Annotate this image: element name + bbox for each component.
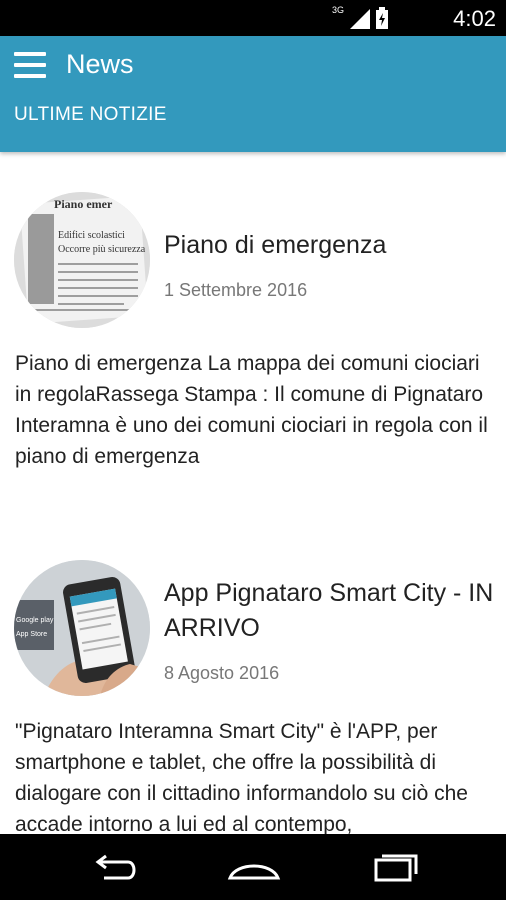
thumb-store-label: Google play <box>16 617 54 624</box>
status-bar: 3G 4:02 <box>0 0 506 36</box>
thumb-subhead-2: Occorre più sicurezza <box>58 244 146 255</box>
navigation-bar <box>0 834 506 900</box>
news-item[interactable]: Google play App Store App Pignataro Smar… <box>0 552 506 834</box>
app-title: News <box>66 49 134 79</box>
news-title: Piano di emergenza <box>164 231 387 259</box>
news-date: 1 Settembre 2016 <box>164 280 308 300</box>
network-type-label: 3G <box>331 5 344 15</box>
signal-icon <box>350 9 370 29</box>
news-thumbnail: Piano emer Edifici scolastici Occorre pi… <box>14 192 150 328</box>
news-description: Piano di emergenza La mappa dei comuni c… <box>15 352 488 468</box>
menu-icon[interactable] <box>14 52 46 78</box>
phone-hand-image: Google play App Store <box>14 560 150 696</box>
newspaper-image: Piano emer Edifici scolastici Occorre pi… <box>14 192 150 328</box>
status-icons: 3G <box>331 5 388 29</box>
section-tab[interactable]: ULTIME NOTIZIE <box>14 104 167 126</box>
home-icon[interactable] <box>224 848 284 888</box>
thumb-store-label-2: App Store <box>16 631 47 638</box>
app-bar: News ULTIME NOTIZIE <box>0 36 506 152</box>
thumb-headline: Piano emer <box>54 197 113 211</box>
recent-apps-icon[interactable] <box>364 848 424 888</box>
news-thumbnail: Google play App Store <box>14 560 150 696</box>
clock: 4:02 <box>453 6 496 31</box>
news-item[interactable]: Piano emer Edifici scolastici Occorre pi… <box>0 152 506 532</box>
back-icon[interactable] <box>84 848 144 888</box>
news-list: Piano emer Edifici scolastici Occorre pi… <box>0 152 506 834</box>
battery-icon <box>376 7 388 29</box>
news-title: App Pignataro Smart City - IN ARRIVO <box>164 579 494 642</box>
news-date: 8 Agosto 2016 <box>164 663 280 683</box>
news-description: "Pignataro Interamna Smart City" è l'APP… <box>15 720 468 834</box>
thumb-subhead: Edifici scolastici <box>58 230 125 241</box>
